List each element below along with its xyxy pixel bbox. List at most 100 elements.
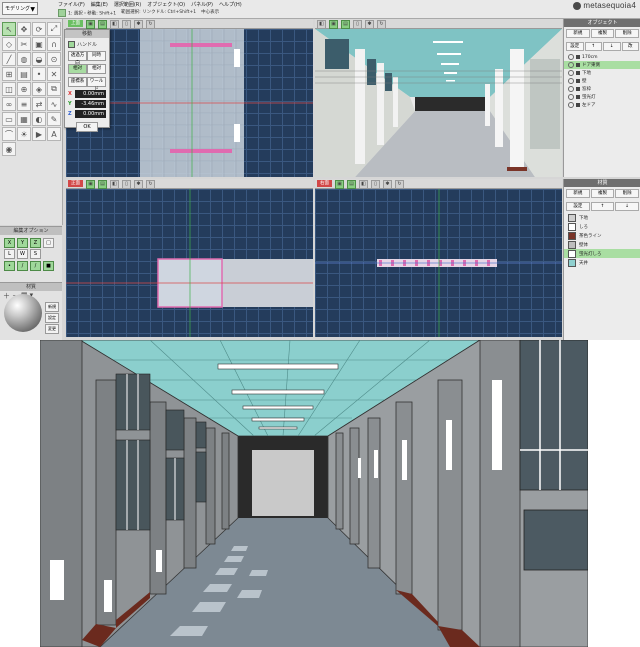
material-list-item[interactable]: 下地 [564, 213, 640, 222]
menu-edit[interactable]: 編集(E) [91, 1, 108, 8]
gear-icon[interactable]: ✱ [134, 20, 143, 29]
tool-29[interactable]: ⌒ [2, 127, 16, 141]
mat-new-button[interactable]: 新規 [566, 189, 590, 198]
object-down-button[interactable]: ↓ [603, 42, 621, 51]
mat-duplicate-button[interactable]: 複製 [590, 189, 615, 198]
tool-23[interactable]: ⇄ [32, 97, 46, 111]
persp-lock-icon[interactable]: ▯ [353, 20, 362, 29]
tool-11[interactable]: ◒ [32, 52, 46, 66]
tool-26[interactable]: ▦ [17, 112, 31, 126]
tool-4[interactable]: ⤢ [47, 22, 61, 36]
axis-x-toggle[interactable]: X [4, 238, 15, 248]
world-toggle[interactable]: W [17, 249, 28, 259]
axis-z-toggle[interactable]: Z [30, 238, 41, 248]
object-list-item[interactable]: ドア東側 [564, 61, 640, 69]
tool-21[interactable]: ∞ [2, 97, 16, 111]
viewport-front[interactable]: 正面 ▣ ▤ ◧ ▯ ✱ ↻ [66, 179, 313, 337]
lock-icon[interactable] [576, 79, 580, 83]
tool-30[interactable]: ☀ [17, 127, 31, 141]
lock-icon[interactable] [576, 71, 580, 75]
object-mode-toggle[interactable]: ■ [43, 261, 54, 271]
tool-31[interactable]: ▶ [32, 127, 46, 141]
tool-14[interactable]: ▤ [17, 67, 31, 81]
object-up-button[interactable]: ↑ [584, 42, 602, 51]
direction-option-2[interactable]: 同時 [87, 51, 106, 61]
face-mode-toggle[interactable]: / [30, 261, 41, 271]
object-list-item[interactable]: 左ドア [564, 101, 640, 109]
eye-icon[interactable] [568, 54, 574, 60]
side-persp-icon[interactable]: ▣ [335, 180, 344, 189]
material-list-item[interactable]: 茶色ライン [564, 231, 640, 240]
material-list-item[interactable]: しろ [564, 222, 640, 231]
object-list-item[interactable]: 蛍光灯 [564, 93, 640, 101]
material-settings-button[interactable]: 設定 [45, 313, 59, 323]
tool-9[interactable]: ╱ [2, 52, 16, 66]
side-lock-icon[interactable]: ▯ [371, 180, 380, 189]
z-value-field[interactable]: 0.00mm [75, 110, 106, 118]
mat-settings-button[interactable]: 設定 [566, 202, 590, 211]
menu-panel[interactable]: パネル(P) [191, 1, 213, 8]
lock-icon[interactable] [576, 87, 580, 91]
tool-19[interactable]: ◈ [32, 82, 46, 96]
lock-icon[interactable] [576, 103, 580, 107]
mat-down-button[interactable]: ↓ [615, 202, 640, 211]
eye-icon[interactable] [568, 70, 574, 76]
front-wire-icon[interactable]: ▤ [98, 180, 107, 189]
viewport-perspective[interactable]: ◧ ▣ ▤ ▯ ✱ ↻ [315, 19, 562, 177]
menu-object[interactable]: オブジェクト(O) [147, 1, 185, 8]
menu-file[interactable]: ファイル(F) [58, 1, 85, 8]
tool-16[interactable]: ✕ [47, 67, 61, 81]
side-refresh-icon[interactable]: ↻ [395, 180, 404, 189]
lock-icon[interactable] [576, 55, 580, 59]
direction-option-1[interactable]: 透過方向 [68, 51, 87, 66]
side-camera-icon[interactable]: ◧ [359, 180, 368, 189]
eye-icon[interactable] [568, 102, 574, 108]
tool-27[interactable]: ◐ [32, 112, 46, 126]
object-edit-button[interactable]: 改 [621, 42, 639, 51]
material-new-button[interactable]: 新規 [45, 302, 59, 312]
eye-icon[interactable] [568, 62, 574, 68]
viewport-top-label[interactable]: 上面 [68, 20, 83, 27]
screen-toggle[interactable]: S [30, 249, 41, 259]
handle-option[interactable]: ハンドル [68, 41, 106, 48]
coord-system-value[interactable]: ワールド [87, 77, 106, 92]
tool-5[interactable]: ◇ [2, 37, 16, 51]
handle-checkbox[interactable] [68, 41, 75, 48]
tool-12[interactable]: ⊙ [47, 52, 61, 66]
object-delete-button[interactable]: 削除 [615, 29, 640, 38]
tool-3[interactable]: ⟳ [32, 22, 46, 36]
mode-select[interactable]: モデリング ▼ [2, 2, 38, 15]
persp-gear-icon[interactable]: ✱ [365, 20, 374, 29]
material-list-item[interactable]: 蛍光灯しろ [564, 249, 640, 258]
mat-up-button[interactable]: ↑ [590, 202, 615, 211]
side-gear-icon[interactable]: ✱ [383, 180, 392, 189]
front-refresh-icon[interactable]: ↻ [146, 180, 155, 189]
menu-selection[interactable]: 選択範囲(R) [114, 1, 141, 8]
persp-refresh-icon[interactable]: ↻ [377, 20, 386, 29]
tool-1[interactable]: ↖ [2, 22, 16, 36]
local-toggle[interactable]: L [4, 249, 15, 259]
y-value-field[interactable]: -3.46mm [75, 100, 106, 108]
tool-10[interactable]: ◍ [17, 52, 31, 66]
refresh-icon[interactable]: ↻ [146, 20, 155, 29]
object-duplicate-button[interactable]: 複製 [590, 29, 615, 38]
menu-help[interactable]: ヘルプ(H) [219, 1, 242, 8]
tool-20[interactable]: ⧉ [47, 82, 61, 96]
tool-2[interactable]: ✥ [17, 22, 31, 36]
persp-icon[interactable]: ▣ [86, 20, 95, 29]
wire-icon[interactable]: ▤ [98, 20, 107, 29]
material-change-button[interactable]: 変更 [45, 324, 59, 334]
axis-y-toggle[interactable]: Y [17, 238, 28, 248]
object-settings-button[interactable]: 設定 [566, 42, 584, 51]
tool-15[interactable]: • [32, 67, 46, 81]
axis-lock-toggle[interactable]: □ [43, 238, 54, 248]
relative-option-2[interactable]: 相対 [87, 64, 106, 74]
object-list-item[interactable]: 下地 [564, 69, 640, 77]
object-list-item[interactable]: 壁 [564, 77, 640, 85]
persp-mode-icon[interactable]: ▣ [329, 20, 338, 29]
tool-17[interactable]: ◫ [2, 82, 16, 96]
tool-33[interactable]: ◉ [2, 142, 16, 156]
side-wire-icon[interactable]: ▤ [347, 180, 356, 189]
tool-32[interactable]: A [47, 127, 61, 141]
viewport-side[interactable]: 右面 ▣ ▤ ◧ ▯ ✱ ↻ [315, 179, 562, 337]
